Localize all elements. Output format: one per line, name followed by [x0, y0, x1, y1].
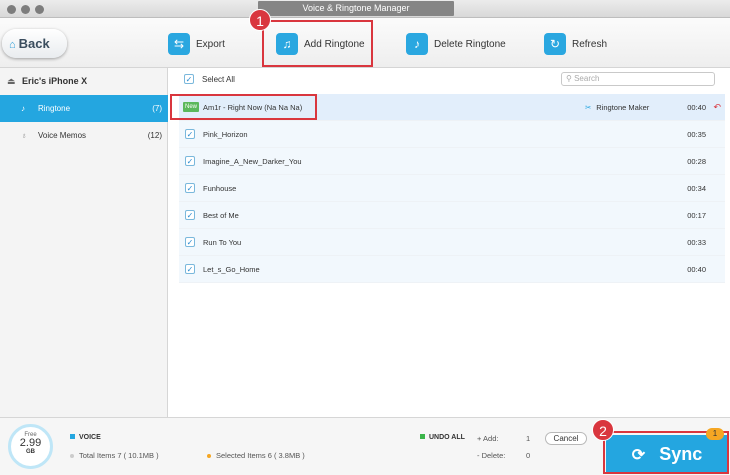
add-count: + Add: 1 — [477, 434, 530, 443]
undo-all-label: UNDO ALL — [429, 434, 465, 441]
export-icon: ⇆ — [168, 33, 190, 55]
sync-count-badge: 1 — [706, 428, 724, 440]
ringtone-duration: 00:17 — [687, 211, 706, 220]
sidebar: ⏏ Eric's iPhone X ♪ Ringtone (7) ♁ Voice … — [0, 68, 168, 417]
ringtone-list-panel: ✓ Select All ⚲ Search New Am1r - Right No… — [169, 68, 730, 417]
voice-legend: VOICE — [70, 434, 101, 441]
ringtone-name: Funhouse — [203, 184, 237, 193]
sidebar-item-label: Ringtone — [38, 104, 71, 113]
row-checkbox[interactable]: ✓ — [185, 129, 195, 139]
close-window-button[interactable] — [7, 5, 16, 14]
ringtone-duration: 00:35 — [687, 130, 706, 139]
delete-ringtone-label: Delete Ringtone — [434, 38, 506, 50]
sidebar-item-label: Voice Memos — [38, 131, 87, 140]
ringtone-duration: 00:40 — [687, 265, 706, 274]
ringtone-duration: 00:33 — [687, 238, 706, 247]
ringtone-table: New Am1r - Right Now (Na Na Na) ✂ Rington… — [179, 94, 725, 283]
ringtone-maker-label: Ringtone Maker — [596, 103, 650, 112]
ringtone-duration: 00:40 — [687, 103, 706, 112]
undo-all-button[interactable]: UNDO ALL — [420, 434, 465, 441]
table-row[interactable]: ✓ Run To You 00:33 — [179, 229, 725, 256]
delete-label: - Delete: — [477, 451, 506, 460]
search-icon: ⚲ — [566, 74, 572, 83]
free-unit: GB — [26, 449, 35, 455]
ringtone-duration: 00:34 — [687, 184, 706, 193]
ringtone-maker-button[interactable]: ✂ Ringtone Maker — [585, 94, 649, 121]
selected-dot-icon — [207, 454, 211, 459]
table-row[interactable]: ✓ Imagine_A_New_Darker_You 00:28 — [179, 148, 725, 175]
search-placeholder: Search — [574, 74, 600, 83]
row-checkbox[interactable]: ✓ — [185, 183, 195, 193]
voice-label: VOICE — [79, 434, 101, 441]
voice-color-swatch — [70, 434, 75, 439]
ringtone-name: Run To You — [203, 238, 242, 247]
title-bar: Voice & Ringtone Manager — [0, 0, 730, 18]
add-value: 1 — [526, 434, 531, 443]
undo-icon[interactable]: ↶ — [713, 94, 721, 121]
refresh-button[interactable]: ↻ Refresh — [544, 32, 607, 56]
delete-count: - Delete: 0 — [477, 451, 530, 460]
device-name: Eric's iPhone X — [22, 76, 88, 86]
table-row[interactable]: ✓ Let_s_Go_Home 00:40 — [179, 256, 725, 283]
row-checkbox[interactable]: ✓ — [185, 210, 195, 220]
free-space-gauge: Free 2.99 GB — [8, 424, 53, 469]
selected-items-text: Selected Items 6 ( 3.8MB ) — [216, 451, 305, 460]
new-ringtone-highlight — [170, 94, 317, 120]
selected-items: Selected Items 6 ( 3.8MB ) — [207, 451, 305, 460]
window-title: Voice & Ringtone Manager — [258, 1, 454, 16]
undo-all-swatch — [420, 434, 425, 439]
zoom-window-button[interactable] — [35, 5, 44, 14]
total-items-text: Total Items 7 ( 10.1MB ) — [79, 451, 159, 460]
cancel-button[interactable]: Cancel — [545, 432, 587, 445]
microphone-icon: ♁ — [21, 131, 27, 140]
export-label: Export — [196, 38, 225, 50]
select-all[interactable]: ✓ Select All — [184, 74, 235, 84]
delete-ringtone-button[interactable]: ♪ Delete Ringtone — [406, 32, 506, 56]
table-row[interactable]: ✓ Best of Me 00:17 — [179, 202, 725, 229]
ringtone-name: Let_s_Go_Home — [203, 265, 260, 274]
select-all-checkbox[interactable]: ✓ — [184, 74, 194, 84]
sidebar-item-count: (12) — [147, 131, 162, 140]
scissors-icon: ✂ — [585, 103, 592, 112]
step-marker-2: 2 — [592, 419, 614, 441]
table-row[interactable]: ✓ Funhouse 00:34 — [179, 175, 725, 202]
add-label: + Add: — [477, 434, 499, 443]
add-ringtone-highlight — [262, 20, 373, 67]
refresh-icon: ↻ — [544, 33, 566, 55]
ringtone-icon: ♪ — [21, 104, 25, 113]
sidebar-item-ringtone[interactable]: ♪ Ringtone (7) — [0, 95, 168, 122]
ringtone-name: Imagine_A_New_Darker_You — [203, 157, 302, 166]
delete-ringtone-icon: ♪ — [406, 33, 428, 55]
back-button[interactable]: ⌂ Back — [2, 29, 67, 58]
device-header[interactable]: ⏏ Eric's iPhone X — [0, 68, 168, 94]
back-label: Back — [18, 36, 50, 51]
row-checkbox[interactable]: ✓ — [185, 156, 195, 166]
search-input[interactable]: ⚲ Search — [561, 72, 715, 86]
ringtone-duration: 00:28 — [687, 157, 706, 166]
row-checkbox[interactable]: ✓ — [185, 237, 195, 247]
ringtone-name: Best of Me — [203, 211, 239, 220]
free-value: 2.99 — [19, 437, 42, 449]
select-all-label: Select All — [202, 74, 235, 84]
row-checkbox[interactable]: ✓ — [185, 264, 195, 274]
table-row[interactable]: ✓ Pink_Horizon 00:35 — [179, 121, 725, 148]
total-dot-icon — [70, 454, 74, 459]
step-marker-1: 1 — [249, 9, 271, 31]
export-button[interactable]: ⇆ Export — [168, 32, 225, 56]
total-items: Total Items 7 ( 10.1MB ) — [70, 451, 159, 460]
refresh-label: Refresh — [572, 38, 608, 50]
ringtone-name: Pink_Horizon — [203, 130, 248, 139]
sidebar-item-voice-memos[interactable]: ♁ Voice Memos (12) — [0, 122, 168, 149]
home-icon: ⌂ — [9, 39, 16, 51]
minimize-window-button[interactable] — [21, 5, 30, 14]
sidebar-item-count: (7) — [152, 104, 162, 113]
eject-icon: ⏏ — [7, 76, 16, 86]
delete-value: 0 — [526, 451, 531, 460]
